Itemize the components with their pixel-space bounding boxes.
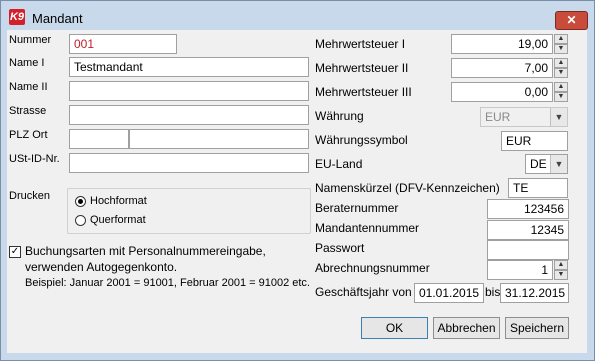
symbol-field[interactable]: EUR [501,131,568,151]
ustid-label: USt-ID-Nr. [9,153,60,165]
passwort-field[interactable] [487,240,569,260]
mwst1-spinner[interactable]: ▲ ▼ [554,34,568,54]
passwort-label: Passwort [315,241,365,255]
geschaeftsjahr-from-field[interactable]: 01.01.2015 [414,283,484,303]
berater-label: Beraternummer [315,201,399,215]
bis-label: bis [485,285,501,299]
name2-label: Name II [9,81,48,93]
mwst1-field[interactable]: 19,00 [451,34,553,54]
spin-down-icon[interactable]: ▼ [554,270,568,280]
plz-ort-label: PLZ Ort [9,129,48,141]
window-title: Mandant [32,11,83,26]
hochformat-label[interactable]: Hochformat [90,195,147,207]
abrechnung-spinner[interactable]: ▲ ▼ [554,260,568,280]
dialog-body: Nummer 001 Name I Testmandant Name II St… [7,30,587,353]
nummer-label: Nummer [9,34,52,46]
symbol-label: Währungssymbol [315,133,408,147]
checkbox-text-line1: Buchungsarten mit Personalnummereingabe, [25,244,266,258]
abbrechen-button[interactable]: Abbrechen [433,317,500,339]
mandanten-field[interactable]: 12345 [487,220,569,240]
spin-up-icon[interactable]: ▲ [554,34,568,44]
spin-down-icon[interactable]: ▼ [554,44,568,54]
strasse-field[interactable] [69,105,309,125]
speichern-button[interactable]: Speichern [505,317,569,339]
name1-field[interactable]: Testmandant [69,57,309,77]
querformat-label[interactable]: Querformat [90,214,146,226]
euland-select[interactable]: DE ▼ [525,154,568,174]
mwst3-spinner[interactable]: ▲ ▼ [554,82,568,102]
spin-down-icon[interactable]: ▼ [554,92,568,102]
strasse-label: Strasse [9,105,47,117]
spin-up-icon[interactable]: ▲ [554,260,568,270]
dialog-window: K9 Mandant ✕ Nummer 001 Name I Testmanda… [0,0,595,361]
mwst1-label: Mehrwertsteuer I [315,37,406,51]
mwst2-label: Mehrwertsteuer II [315,61,409,75]
chevron-down-icon[interactable]: ▼ [550,155,567,173]
spin-up-icon[interactable]: ▲ [554,58,568,68]
querformat-radio[interactable] [75,215,86,226]
waehrung-select: EUR ▼ [480,107,568,127]
title-bar[interactable]: K9 Mandant ✕ [1,1,594,30]
ort-field[interactable] [129,129,309,149]
berater-field[interactable]: 123456 [487,199,569,219]
waehrung-label: Währung [315,109,364,123]
nummer-field[interactable]: 001 [69,34,177,54]
drucken-label: Drucken [9,190,50,202]
geschaeftsjahr-to-field[interactable]: 31.12.2015 [500,283,569,303]
kuerzel-field[interactable]: TE [508,178,568,198]
autogegenkonto-checkbox[interactable]: ✓ [9,246,21,258]
checkbox-text-line2: verwenden Autogegenkonto. [25,260,178,274]
app-logo-icon: K9 [9,9,25,25]
geschaeftsjahr-label: Geschäftsjahr von [315,285,412,299]
waehrung-value: EUR [485,110,511,124]
euland-label: EU-Land [315,157,363,171]
spin-up-icon[interactable]: ▲ [554,82,568,92]
abrechnung-label: Abrechnungsnummer [315,261,430,275]
plz-field[interactable] [69,129,129,149]
name1-label: Name I [9,57,45,69]
ustid-field[interactable] [69,153,309,173]
spin-down-icon[interactable]: ▼ [554,68,568,78]
abrechnung-field[interactable]: 1 [487,260,553,280]
mwst2-field[interactable]: 7,00 [451,58,553,78]
euland-value: DE [530,157,547,171]
mandanten-label: Mandantennummer [315,221,420,235]
mwst3-field[interactable]: 0,00 [451,82,553,102]
beispiel-text: Beispiel: Januar 2001 = 91001, Februar 2… [25,277,310,289]
hochformat-radio[interactable] [75,196,86,207]
close-button[interactable]: ✕ [555,11,588,30]
name2-field[interactable] [69,81,309,101]
mwst2-spinner[interactable]: ▲ ▼ [554,58,568,78]
ok-button[interactable]: OK [361,317,428,339]
chevron-down-icon: ▼ [550,108,567,126]
kuerzel-label: Namenskürzel (DFV-Kennzeichen) [315,181,500,195]
mwst3-label: Mehrwertsteuer III [315,85,412,99]
